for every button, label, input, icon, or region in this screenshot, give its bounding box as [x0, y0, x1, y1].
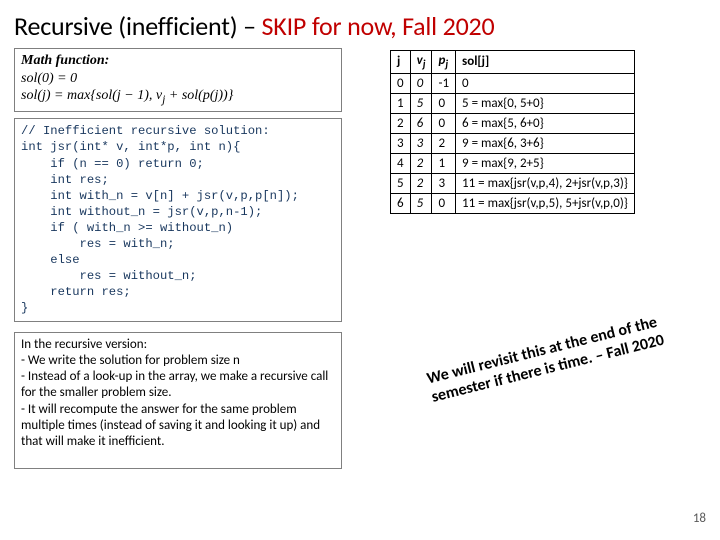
- math-line2: sol(j) = max{sol(j − 1), vj + sol(p(j))}: [21, 87, 335, 107]
- solution-table: j vj pj sol[j] 0 0 -1 0 1 5 0 5 = max{0,…: [390, 50, 635, 214]
- col-vj: vj: [410, 51, 432, 74]
- explain-box: In the recursive version: - We write the…: [14, 332, 342, 470]
- math-label: Math function:: [21, 53, 109, 68]
- col-sol: sol[j]: [456, 51, 635, 74]
- col-j: j: [391, 51, 411, 74]
- col-pj: pj: [432, 51, 456, 74]
- table-row: 4 2 1 9 = max{9, 2+5}: [391, 153, 635, 173]
- table-row: 5 2 3 11 = max{jsr(v,p,4), 2+jsr(v,p,3)}: [391, 173, 635, 193]
- table-row: 6 5 0 11 = max{jsr(v,p,5), 5+jsr(v,p,0)}: [391, 193, 635, 213]
- stamp-text: We will revisit this at the end of the s…: [425, 302, 706, 407]
- page-number: 18: [693, 511, 706, 526]
- title-left: Recursive (inefficient) –: [14, 10, 262, 42]
- table-row: 2 6 0 6 = max{5, 6+0}: [391, 113, 635, 133]
- table-row: 0 0 -1 0: [391, 73, 635, 93]
- table-row: 3 3 2 9 = max{6, 3+6}: [391, 133, 635, 153]
- code-box: // Inefficient recursive solution: int j…: [14, 118, 342, 321]
- title-right: SKIP for now, Fall 2020: [262, 10, 495, 42]
- table-row: 1 5 0 5 = max{0, 5+0}: [391, 93, 635, 113]
- math-line1: sol(0) = 0: [21, 70, 335, 88]
- table-body: 0 0 -1 0 1 5 0 5 = max{0, 5+0} 2 6 0 6 =…: [391, 73, 635, 213]
- slide-title: Recursive (inefficient) – SKIP for now, …: [14, 10, 706, 42]
- math-box: Math function: sol(0) = 0 sol(j) = max{s…: [14, 48, 342, 112]
- table-header-row: j vj pj sol[j]: [391, 51, 635, 74]
